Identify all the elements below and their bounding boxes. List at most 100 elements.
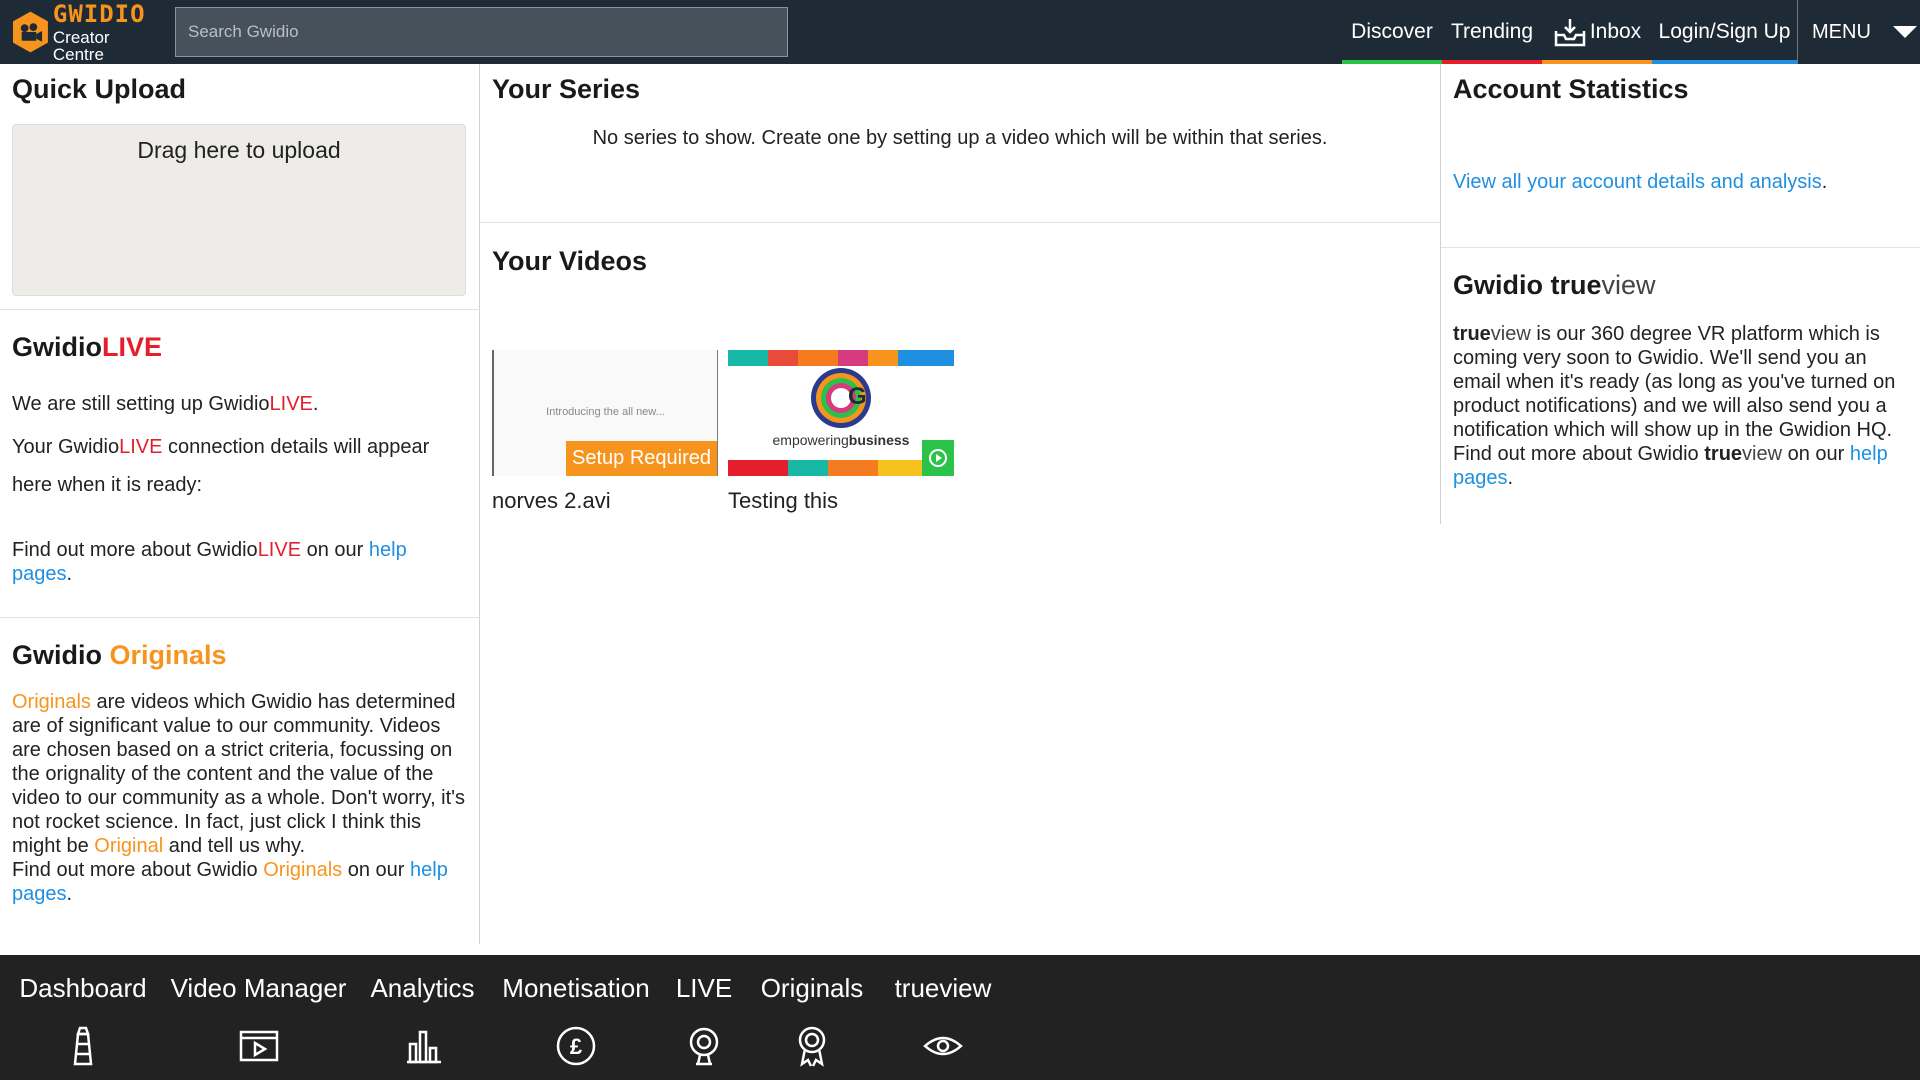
empowering-business-thumbnail-art: G <box>728 350 954 476</box>
footer-item-monetisation[interactable]: Monetisation £ <box>502 955 650 1080</box>
camera-hexagon-icon <box>12 11 48 53</box>
live-more-d: . <box>66 563 73 585</box>
footer-label-monetisation: Monetisation <box>502 973 650 1003</box>
nav-inbox-label: Inbox <box>1589 20 1642 43</box>
play-icon[interactable] <box>922 440 954 476</box>
account-details-end: . <box>1821 171 1828 193</box>
upload-dropzone-label: Drag here to upload <box>137 137 341 163</box>
brand-subtitle: Creator Centre <box>52 27 110 64</box>
menu-label: MENU <box>1812 20 1871 43</box>
footer-label-analytics: Analytics <box>370 973 475 1003</box>
inbox-icon <box>1554 19 1586 47</box>
trueview-more-e: . <box>1507 467 1514 489</box>
nav-login-label: Login/Sign Up <box>1658 20 1791 43</box>
live-more-a: Find out more about Gwidio <box>12 539 258 561</box>
trueview-title: Gwidio trueview <box>1453 270 1656 301</box>
trueview-more-view: view <box>1742 443 1783 465</box>
footer-label-live: LIVE <box>675 973 733 1003</box>
left-column: Quick Upload Drag here to upload GwidioL… <box>0 64 480 944</box>
account-statistics-text: View all your account details and analys… <box>1453 170 1827 194</box>
originals-title-prefix: Gwidio <box>12 640 110 670</box>
upload-dropzone[interactable]: Drag here to upload <box>12 124 466 296</box>
trueview-more-true: true <box>1704 443 1743 465</box>
divider <box>0 617 480 618</box>
nav-discover[interactable]: Discover <box>1342 0 1442 64</box>
nav-discover-label: Discover <box>1351 20 1433 43</box>
live-line2: Your GwidioLIVE connection details will … <box>12 428 472 504</box>
setup-required-badge[interactable]: Setup Required <box>566 441 717 476</box>
live-line1: We are still setting up GwidioLIVE. <box>12 392 472 416</box>
svg-text:G: G <box>848 383 867 410</box>
live-title-brand: LIVE <box>102 332 163 362</box>
footer-item-dashboard[interactable]: Dashboard <box>19 955 147 1080</box>
live-title: GwidioLIVE <box>12 332 162 363</box>
video-thumbnail-text: Introducing the all new... <box>546 406 665 418</box>
originals-more-b: Originals <box>263 859 343 881</box>
chevron-down-icon <box>1892 26 1917 38</box>
originals-desc-c: Original <box>94 835 164 857</box>
thumbnail-caption: empoweringbusiness <box>728 432 954 448</box>
pound-icon: £ <box>556 1026 596 1066</box>
lighthouse-icon <box>73 1026 93 1066</box>
footer-item-trueview[interactable]: trueview <box>892 955 994 1080</box>
trueview-desc-true: true <box>1453 323 1491 345</box>
originals-description: Originals are videos which Gwidio has de… <box>12 690 468 906</box>
series-title: Your Series <box>492 74 641 104</box>
live-line1-c: . <box>312 393 319 415</box>
live-more: Find out more about GwidioLIVE on our he… <box>12 538 472 586</box>
trueview-more-d: on our <box>1782 443 1850 465</box>
eye-icon <box>923 1036 963 1056</box>
footer-item-originals[interactable]: Originals <box>761 955 863 1080</box>
originals-more-c: on our <box>342 859 410 881</box>
originals-more-a: Find out more about Gwidio <box>12 859 264 881</box>
footer-item-analytics[interactable]: Analytics <box>370 955 475 1080</box>
video-title[interactable]: norves 2.avi <box>492 488 718 514</box>
middle-column: Your Series No series to show. Create on… <box>480 64 1440 944</box>
creator-footer-nav: Dashboard Video Manager Analytics Moneti… <box>0 955 1920 1080</box>
live-more-b: LIVE <box>257 539 302 561</box>
footer-label-video-manager: Video Manager <box>170 973 347 1003</box>
live-title-prefix: Gwidio <box>12 332 102 362</box>
originals-title: Gwidio Originals <box>12 640 227 671</box>
series-empty-text: No series to show. Create one by setting… <box>592 127 1328 149</box>
trueview-title-prefix: Gwidio <box>1453 270 1551 300</box>
originals-desc-b: are videos which Gwidio has determined a… <box>12 691 465 857</box>
quick-upload-section: Quick Upload Drag here to upload <box>0 74 479 304</box>
rosette-icon <box>798 1026 826 1067</box>
search-input[interactable] <box>175 7 788 57</box>
live-more-c: on our <box>301 539 369 561</box>
nav-inbox[interactable]: Inbox <box>1542 0 1652 64</box>
video-thumbnail[interactable]: Introducing the all new... Setup Require… <box>492 350 718 476</box>
thumbnail-caption-a: empowering <box>772 432 849 448</box>
originals-more-d: . <box>66 883 73 905</box>
video-thumbnail[interactable]: G empoweringbusiness <box>728 350 954 476</box>
brand-name: GWIDIO <box>52 0 146 28</box>
thumbnail-caption-b: business <box>848 432 910 448</box>
quick-upload-title: Quick Upload <box>12 74 187 104</box>
right-column: Account Statistics View all your account… <box>1440 64 1920 524</box>
live-line2-b: LIVE <box>119 436 163 458</box>
nav-login-signup[interactable]: Login/Sign Up <box>1652 0 1797 64</box>
top-navigation-bar: GWIDIO Creator Centre Discover Trending … <box>0 0 1920 64</box>
account-details-link[interactable]: View all your account details and analys… <box>1453 171 1822 193</box>
video-card[interactable]: G empoweringbusiness Testing this <box>728 350 954 514</box>
divider <box>1441 247 1920 248</box>
video-player-icon <box>239 1030 278 1062</box>
bar-chart-icon <box>406 1030 441 1064</box>
footer-label-trueview: trueview <box>894 973 992 1003</box>
live-line2-a: Your Gwidio <box>12 436 120 458</box>
originals-desc-a: Originals <box>12 691 91 713</box>
menu-button[interactable]: MENU <box>1797 0 1920 64</box>
gwidio-logo[interactable]: GWIDIO Creator Centre <box>12 2 162 63</box>
originals-title-brand: Originals <box>109 640 227 670</box>
footer-label-dashboard: Dashboard <box>19 973 147 1003</box>
trueview-description: trueview is our 360 degree VR platform w… <box>1453 322 1909 490</box>
footer-item-live[interactable]: LIVE <box>676 955 732 1080</box>
footer-item-video-manager[interactable]: Video Manager <box>171 955 346 1080</box>
trueview-desc-view: view <box>1490 323 1531 345</box>
svg-text:£: £ <box>570 1034 583 1059</box>
trueview-title-true: true <box>1550 270 1602 300</box>
video-card[interactable]: Introducing the all new... Setup Require… <box>492 350 718 514</box>
nav-trending[interactable]: Trending <box>1442 0 1542 64</box>
video-title[interactable]: Testing this <box>728 488 954 514</box>
